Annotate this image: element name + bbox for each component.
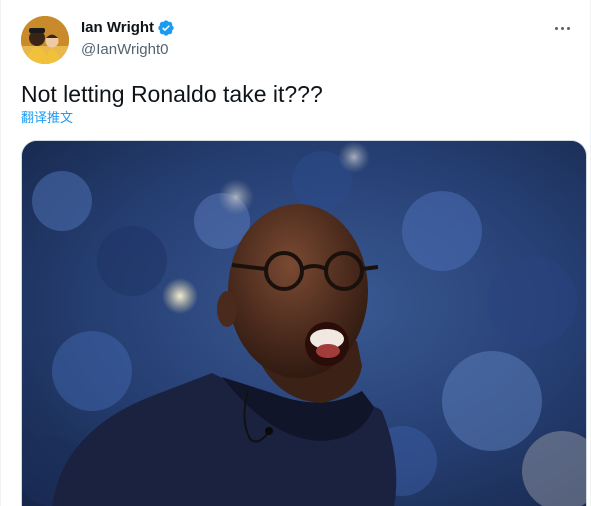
author-names: Ian Wright @IanWright0 <box>81 18 175 60</box>
tweet-text: Not letting Ronaldo take it??? <box>21 81 323 107</box>
tweet-card: Ian Wright @IanWright0 Not letting Ronal… <box>0 0 591 506</box>
tweet-header: Ian Wright @IanWright0 <box>21 14 580 64</box>
display-name[interactable]: Ian Wright <box>81 18 154 38</box>
tweet-media-photo[interactable] <box>21 140 587 506</box>
author-handle[interactable]: @IanWright0 <box>81 40 175 60</box>
more-options-icon[interactable] <box>548 16 576 40</box>
verified-badge-icon <box>157 19 175 37</box>
avatar-image <box>21 16 69 64</box>
avatar[interactable] <box>21 16 69 64</box>
photo-image <box>22 141 586 506</box>
translate-tweet-link[interactable]: 翻译推文 <box>21 110 73 126</box>
